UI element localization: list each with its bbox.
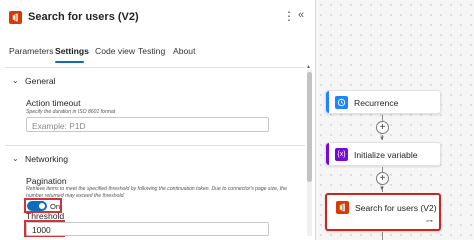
tab-bar: Parameters Settings Code view Testing Ab… <box>0 42 318 64</box>
step-color-stripe <box>326 91 329 113</box>
flow-step-recurrence[interactable]: Recurrence <box>325 90 441 114</box>
tab-about[interactable]: About <box>173 46 195 56</box>
pagination-hint: Retrieve items to meet the specified thr… <box>26 186 287 199</box>
flow-step-initialize-variable[interactable]: {x} Initialize variable <box>325 142 441 166</box>
link-icon: ⊶ <box>426 218 433 225</box>
arrow-down-icon: ▼ <box>379 186 385 192</box>
chevron-down-icon: ⌄ <box>12 154 19 163</box>
clock-icon <box>335 96 348 109</box>
add-step-icon[interactable]: + <box>376 121 389 134</box>
pagination-toggle[interactable] <box>27 201 47 211</box>
section-general-title: General <box>25 76 56 86</box>
pagination-label: Pagination <box>26 176 67 186</box>
panel-header: Search for users (V2) ⋮ « <box>0 0 318 34</box>
section-networking-title: Networking <box>25 154 68 164</box>
threshold-input[interactable]: 1000 <box>26 222 269 236</box>
double-chevron-left-icon[interactable]: « <box>298 9 304 21</box>
action-timeout-hint: Specify the duration in ISO 8601 format <box>26 109 116 115</box>
action-timeout-input[interactable]: Example: P1D <box>26 117 269 132</box>
divider <box>5 145 305 146</box>
tab-testing[interactable]: Testing <box>138 46 165 56</box>
action-timeout-label: Action timeout <box>26 98 81 108</box>
add-step-icon[interactable]: + <box>376 172 389 185</box>
office-icon <box>9 11 22 24</box>
flow-step-search-for-users[interactable]: Search for users (V2) ⊶ <box>325 193 441 231</box>
step-name: Initialize variable <box>354 150 418 160</box>
tab-settings[interactable]: Settings <box>55 46 89 56</box>
step-color-stripe <box>326 143 329 165</box>
section-general[interactable]: ⌄ General <box>0 74 310 90</box>
active-tab-indicator <box>55 61 84 63</box>
section-networking[interactable]: ⌄ Networking <box>0 152 310 168</box>
tab-code-view[interactable]: Code view <box>95 46 135 56</box>
step-name: Recurrence <box>354 98 399 108</box>
connector-line <box>382 232 383 240</box>
ellipsis-vertical-icon[interactable]: ⋮ <box>283 9 295 23</box>
tab-parameters[interactable]: Parameters <box>9 46 53 56</box>
action-settings-panel: Search for users (V2) ⋮ « Parameters Set… <box>0 0 318 240</box>
divider <box>5 67 305 68</box>
step-name: Search for users (V2) <box>355 203 437 213</box>
panel-title: Search for users (V2) <box>28 11 139 23</box>
chevron-down-icon: ⌄ <box>12 76 19 85</box>
toggle-knob <box>39 203 45 209</box>
pagination-toggle-state: On <box>50 202 61 211</box>
variable-icon: {x} <box>335 148 348 161</box>
office-icon <box>336 201 349 214</box>
scrollbar-thumb[interactable] <box>307 72 312 182</box>
